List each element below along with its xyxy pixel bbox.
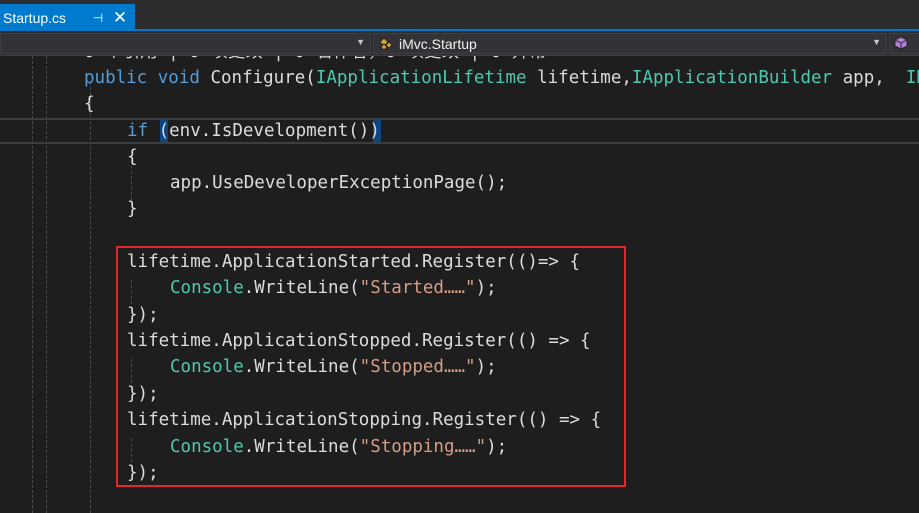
code-token: app.UseDeveloperExceptionPage();	[170, 173, 508, 193]
code-token: {	[127, 147, 138, 167]
code-token: IApplicationBuilder	[631, 68, 833, 88]
project-dropdown[interactable]: ▼	[0, 33, 371, 54]
cube-icon	[894, 36, 912, 52]
pin-icon[interactable]: ⊣	[89, 9, 107, 27]
chevron-down-icon[interactable]: ▼	[872, 37, 881, 47]
code-line: {	[84, 91, 95, 117]
chevron-down-icon[interactable]: ▼	[356, 37, 365, 47]
code-token: }	[127, 199, 138, 219]
class-icon	[378, 36, 396, 52]
codelens-line: 0 个引用 | 0 项更改 | 0 名作者，0 项更改 | 0 异常	[84, 56, 547, 65]
code-token: Configure(	[199, 68, 316, 88]
code-token: lifetime,	[526, 68, 632, 88]
code-line: {	[127, 144, 138, 170]
code-line: public void Configure(IApplicationLifeti…	[84, 65, 919, 91]
code-token: if	[127, 121, 149, 141]
code-token: (env.IsDevelopment())	[148, 121, 380, 141]
code-line: if (env.IsDevelopment())	[127, 118, 380, 144]
code-line: app.UseDeveloperExceptionPage();	[170, 170, 507, 196]
tab-startup-cs[interactable]: Startup.cs ⊣ ✕	[0, 4, 135, 31]
code-token: IApplicationLifetime	[315, 68, 527, 88]
code-token: void	[157, 68, 200, 88]
document-tab-strip: Startup.cs ⊣ ✕	[0, 0, 919, 31]
code-token: IHostingEnvironment	[905, 68, 919, 88]
member-dropdown[interactable]	[889, 33, 919, 54]
code-token: public	[84, 68, 148, 88]
code-token: app,	[832, 68, 906, 88]
class-dropdown-value: iMvc.Startup	[399, 35, 477, 52]
close-icon[interactable]: ✕	[111, 8, 129, 27]
code-line: }	[127, 196, 138, 222]
code-token: {	[84, 94, 95, 114]
annotation-highlight-box	[116, 246, 626, 487]
code-editor[interactable]: 0 个引用 | 0 项更改 | 0 名作者，0 项更改 | 0 异常 publi…	[0, 56, 919, 513]
navigation-bar: ▼ iMvc.Startup ▼	[0, 31, 919, 56]
indent-guide	[90, 82, 91, 513]
class-dropdown[interactable]: iMvc.Startup ▼	[373, 33, 887, 54]
tab-title: Startup.cs	[3, 9, 67, 26]
code-token: 0 个引用 | 0 项更改 | 0 名作者，0 项更改 | 0 异常	[84, 56, 547, 62]
